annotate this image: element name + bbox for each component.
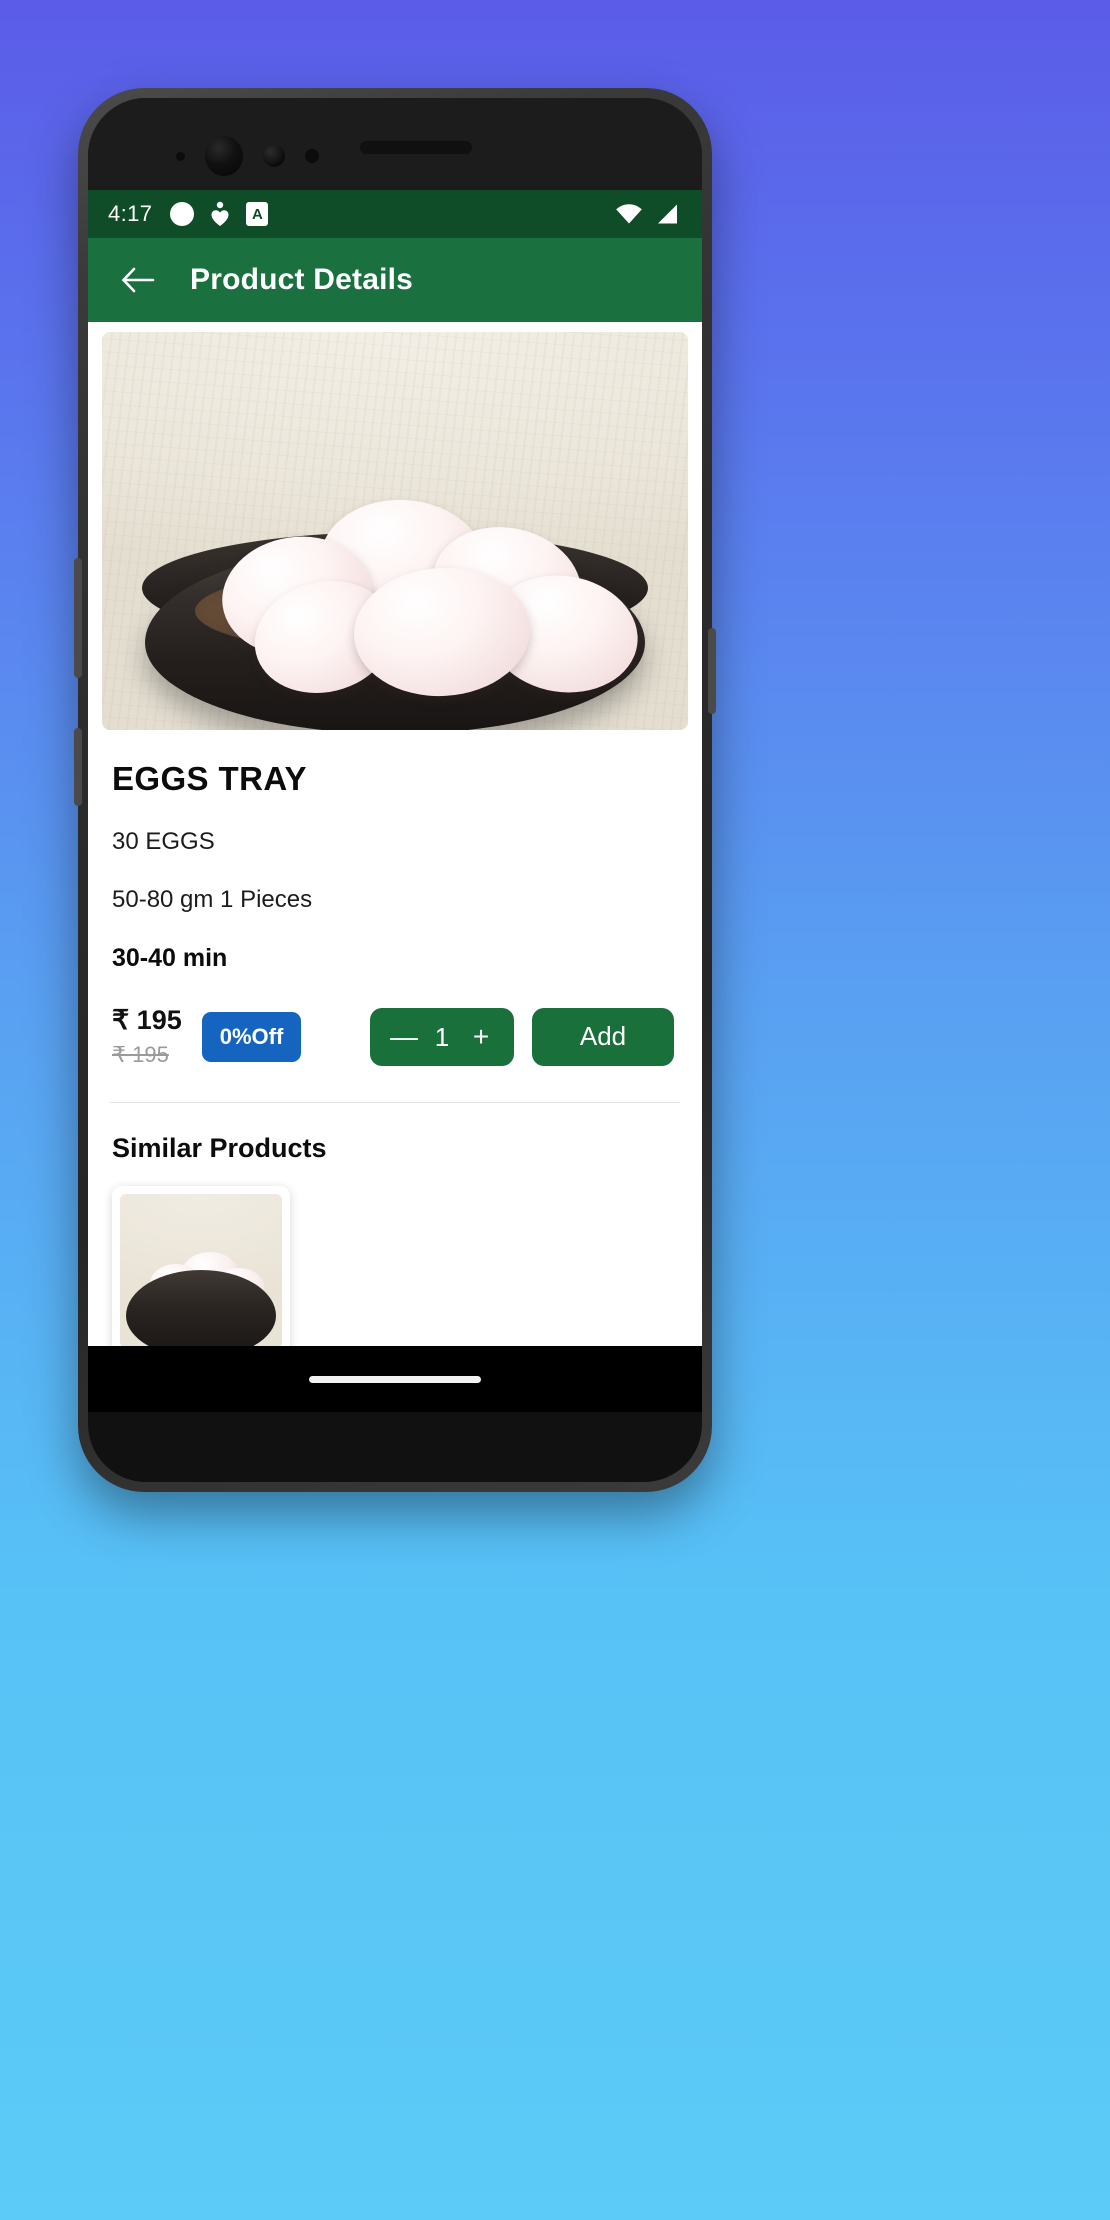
app-bar: Product Details	[88, 238, 702, 322]
status-time: 4:17	[108, 201, 153, 226]
home-gesture-bar[interactable]	[309, 1375, 481, 1383]
quantity-value: 1	[434, 1021, 450, 1052]
add-to-cart-button[interactable]: Add	[532, 1007, 674, 1066]
product-quantity-spec: 30 EGGS	[112, 828, 215, 855]
volume-button[interactable]	[74, 558, 82, 678]
product-title: EGGS TRAY	[112, 760, 307, 797]
status-right-icons	[615, 203, 680, 225]
front-camera-icon	[205, 136, 243, 176]
quantity-decrement-button[interactable]: —	[390, 1022, 418, 1051]
product-prep-time: 30-40 min	[112, 944, 228, 972]
quantity-stepper[interactable]: — 1 +	[370, 1007, 514, 1066]
status-bar: 4:17 A	[88, 190, 702, 238]
similar-products-section: Similar Products	[88, 1103, 702, 1357]
android-nav-bar	[88, 1346, 702, 1412]
light-sensor-icon	[263, 145, 285, 167]
original-price: ₹ 195	[112, 1042, 169, 1068]
app-screen: 4:17 A Product Details EGGS TRAY 30 EGGS…	[88, 190, 702, 1412]
assistant-button[interactable]	[708, 628, 716, 714]
arrow-left-icon	[122, 267, 155, 293]
phone-mockup-frame: 4:17 A Product Details EGGS TRAY 30 EGGS…	[74, 88, 716, 1492]
page-title: Product Details	[190, 263, 414, 296]
price-block: ₹ 195 ₹ 195	[112, 1005, 182, 1068]
phone-top-bezel	[88, 98, 702, 190]
scroll-content[interactable]: EGGS TRAY 30 EGGS 50-80 gm 1 Pieces 30-4…	[88, 322, 702, 1412]
app-letter-badge-icon: A	[246, 202, 269, 226]
heart-person-icon	[211, 201, 229, 226]
price-action-row: ₹ 195 ₹ 195 0%Off — 1 + Add	[112, 1005, 678, 1068]
status-left-icons: A	[170, 201, 269, 227]
discount-badge[interactable]: 0%Off	[201, 1011, 302, 1062]
back-button[interactable]	[112, 254, 164, 306]
circle-indicator-icon	[170, 202, 195, 226]
cellular-signal-icon	[658, 204, 677, 224]
similar-products-list[interactable]	[112, 1186, 678, 1357]
product-info-section: EGGS TRAY 30 EGGS 50-80 gm 1 Pieces 30-4…	[88, 730, 702, 1068]
power-button[interactable]	[74, 728, 82, 806]
product-weight-spec: 50-80 gm 1 Pieces	[112, 886, 313, 913]
current-price: ₹ 195	[112, 1005, 182, 1035]
quantity-increment-button[interactable]: +	[468, 1022, 494, 1051]
similar-product-card[interactable]	[112, 1186, 290, 1357]
ir-sensor-icon	[305, 149, 319, 163]
similar-products-heading: Similar Products	[112, 1133, 327, 1164]
earpiece-speaker-icon	[360, 141, 472, 154]
product-hero-image[interactable]	[102, 332, 688, 730]
wifi-icon	[616, 204, 642, 224]
sensor-cluster	[176, 136, 319, 176]
similar-product-thumbnail	[120, 1194, 282, 1349]
proximity-sensor-icon	[176, 151, 185, 161]
phone-screen-area: 4:17 A Product Details EGGS TRAY 30 EGGS…	[88, 98, 702, 1482]
